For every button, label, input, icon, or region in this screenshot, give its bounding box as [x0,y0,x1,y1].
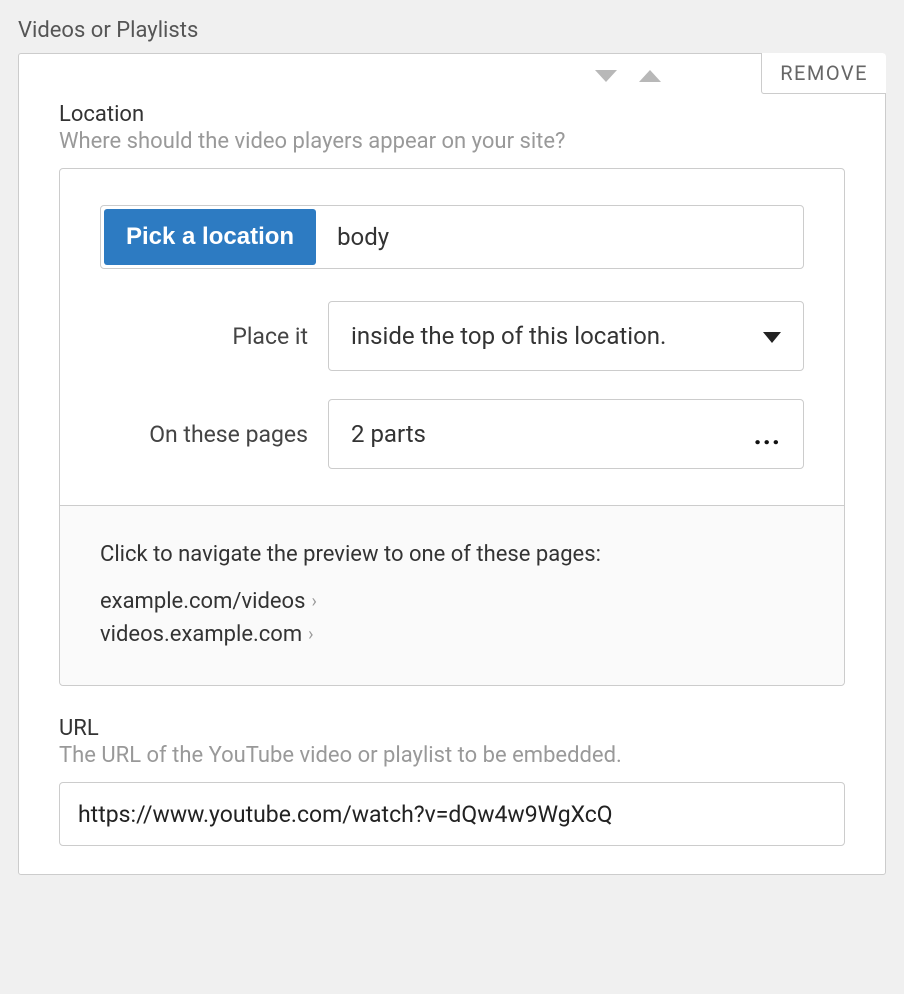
page-link-item[interactable]: example.com/videos › [100,589,804,614]
location-box: Pick a location body Place it inside the… [59,168,845,686]
panel-title: Videos or Playlists [18,18,886,43]
remove-button[interactable]: REMOVE [761,53,886,94]
ellipsis-icon: ... [754,418,781,451]
preview-instruction: Click to navigate the preview to one of … [100,542,804,567]
place-select-value: inside the top of this location. [351,322,666,350]
url-label: URL [59,716,845,741]
location-picker: Pick a location body [100,205,804,269]
place-select[interactable]: inside the top of this location. [328,301,804,371]
location-value: body [319,206,803,268]
pages-row: On these pages 2 parts ... [100,399,804,469]
pick-location-button[interactable]: Pick a location [104,209,316,265]
place-label: Place it [100,323,328,350]
move-up-icon[interactable] [639,70,661,84]
move-down-icon[interactable] [595,70,617,84]
chevron-down-icon [763,322,781,350]
page-link-text: videos.example.com [100,622,302,647]
preview-pages-box: Click to navigate the preview to one of … [60,505,844,685]
url-input[interactable] [59,782,845,846]
url-section: URL The URL of the YouTube video or play… [19,686,885,846]
chevron-right-icon: › [308,624,313,645]
panel-header: REMOVE [19,54,885,94]
pages-select[interactable]: 2 parts ... [328,399,804,469]
config-panel: REMOVE Location Where should the video p… [18,53,886,875]
chevron-right-icon: › [311,591,316,612]
pages-label: On these pages [100,421,328,448]
place-row: Place it inside the top of this location… [100,301,804,371]
location-description: Where should the video players appear on… [59,129,845,154]
reorder-controls [595,54,761,94]
pages-select-value: 2 parts [351,420,426,448]
location-section: Location Where should the video players … [19,94,885,686]
page-link-text: example.com/videos [100,589,305,614]
location-label: Location [59,102,845,127]
url-description: The URL of the YouTube video or playlist… [59,743,845,768]
page-link-item[interactable]: videos.example.com › [100,622,804,647]
